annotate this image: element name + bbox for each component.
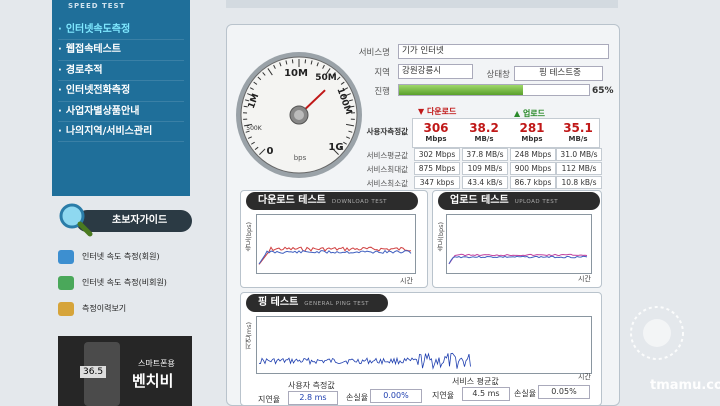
- user-upload-mbps: 281: [510, 122, 554, 134]
- progress-fill: [399, 85, 523, 95]
- gauge-label-0: 0: [267, 146, 274, 157]
- ping-test-subtitle: GENERAL PING TEST: [304, 301, 369, 307]
- beginner-guide-label: 초보자가이드: [112, 215, 167, 226]
- stats-row-label: 서비스최대값: [356, 164, 408, 175]
- stat-cell: 43.4 kB/s: [462, 176, 508, 189]
- user-download-mbps: 306: [414, 122, 458, 134]
- gauge-label-1g: 1G: [328, 142, 343, 153]
- upload-xlabel: 시간: [578, 274, 591, 284]
- loss-label: 손실율: [346, 392, 368, 403]
- app-promo-banner[interactable]: 36.5 스마트폰용 벤치비: [58, 336, 192, 406]
- watermark-logo-icon: [628, 304, 686, 362]
- promo-line1: 스마트폰용: [138, 358, 175, 369]
- stat-cell: 86.7 kbps: [510, 176, 556, 189]
- link-member-speed-test[interactable]: 인터넷 속도 측정(회원): [58, 244, 192, 270]
- sidebar-item-voip-test[interactable]: 인터넷전화측정: [58, 81, 184, 101]
- service-value: 기가 인터넷: [398, 44, 609, 59]
- progress-bar: [398, 84, 590, 96]
- stat-cell: 37.8 MB/s: [462, 148, 508, 161]
- ping-graph: [256, 316, 592, 374]
- upload-test-title-text: 업로드 테스트: [450, 195, 509, 206]
- stat-cell: 109 MB/s: [462, 162, 508, 175]
- ping-ylabel: 지연(ms): [244, 322, 254, 350]
- link-label: 측정이력보기: [82, 296, 126, 322]
- watermark-text: tmamu.com: [650, 378, 720, 393]
- stat-cell: 900 Mbps: [510, 162, 556, 175]
- stat-cell: 875 Mbps: [414, 162, 460, 175]
- link-guest-speed-test[interactable]: 인터넷 속도 측정(비회원): [58, 270, 192, 296]
- stats-row-label: 서비스최소값: [356, 178, 408, 189]
- gauge-label-10m: 10M: [284, 68, 308, 79]
- download-test-title-text: 다운로드 테스트: [258, 195, 326, 206]
- stat-cell: 347 kbps: [414, 176, 460, 189]
- service-label: 서비스명: [338, 46, 390, 58]
- download-xlabel: 시간: [400, 276, 413, 286]
- link-history[interactable]: 측정이력보기: [58, 296, 192, 322]
- loss-label: 손실율: [514, 388, 536, 399]
- monitor-icon: [58, 250, 74, 264]
- brand-label: SPEED TEST: [68, 2, 125, 10]
- upload-header: ▲ 업로드: [514, 108, 545, 118]
- sidebar-menu: 인터넷속도측정 웹접속테스트 경로추적 인터넷전화측정 사업자별상품안내 나의지…: [58, 20, 184, 142]
- magnifier-icon: [54, 200, 94, 240]
- unit-mbps: Mbps: [510, 135, 554, 143]
- upload-graph: [446, 214, 592, 274]
- stat-cell: 302 Mbps: [414, 148, 460, 161]
- download-ylabel: 속도(bps): [244, 222, 254, 252]
- upload-test-title: 업로드 테스트 UPLOAD TEST: [438, 192, 600, 210]
- sidebar-item-traceroute[interactable]: 경로추적: [58, 61, 184, 81]
- sidebar-item-provider-plans[interactable]: 사업자별상품안내: [58, 102, 184, 122]
- service-latency-value: 4.5 ms: [462, 387, 510, 401]
- user-measure-label: 사용자 측정값: [288, 380, 335, 391]
- download-test-title: 다운로드 테스트 DOWNLOAD TEST: [246, 192, 418, 210]
- latency-label: 지연율: [432, 390, 454, 401]
- service-loss-value: 0.05%: [538, 385, 590, 399]
- unit-mbs: MB/s: [556, 135, 600, 143]
- unit-mbps: Mbps: [414, 135, 458, 143]
- link-label: 인터넷 속도 측정(비회원): [82, 270, 167, 296]
- progress-label: 진행: [338, 85, 390, 97]
- stats-row-label: 사용자측정값: [356, 126, 408, 137]
- sidebar-item-web-test[interactable]: 웹접속테스트: [58, 40, 184, 60]
- pencil-icon: [58, 302, 74, 316]
- stat-cell: 10.8 kB/s: [556, 176, 602, 189]
- unit-mbs: MB/s: [462, 135, 506, 143]
- region-label: 지역: [338, 66, 390, 78]
- user-upload-mbs: 35.1: [556, 122, 600, 134]
- chart-icon: [58, 276, 74, 290]
- promo-line2: 벤치비: [132, 370, 173, 391]
- download-header-label: 다운로드: [427, 107, 456, 116]
- progress-percent: 65%: [592, 86, 614, 96]
- status-value: 핑 테스트중: [514, 66, 603, 81]
- ping-xlabel: 시간: [578, 372, 591, 382]
- upload-test-subtitle: UPLOAD TEST: [515, 199, 558, 205]
- ping-test-title: 핑 테스트 GENERAL PING TEST: [246, 294, 388, 312]
- upload-ylabel: 속도(bps): [436, 222, 446, 252]
- stat-cell: 31.0 MB/s: [556, 148, 602, 161]
- latency-label: 지연율: [258, 394, 280, 405]
- gauge-unit: bps: [294, 154, 307, 162]
- download-graph: [256, 214, 416, 274]
- user-latency-value: 2.8 ms: [288, 391, 338, 405]
- download-header: ▼ 다운로드: [418, 106, 456, 116]
- side-links: 인터넷 속도 측정(회원) 인터넷 속도 측정(비회원) 측정이력보기: [58, 244, 192, 322]
- upload-header-label: 업로드: [523, 109, 545, 118]
- link-label: 인터넷 속도 측정(회원): [82, 244, 160, 270]
- stats-row-label: 서비스평균값: [356, 150, 408, 161]
- download-test-subtitle: DOWNLOAD TEST: [332, 199, 387, 205]
- stat-cell: 248 Mbps: [510, 148, 556, 161]
- user-loss-value: 0.00%: [370, 389, 422, 403]
- top-strip: [226, 0, 618, 8]
- promo-speed: 36.5: [80, 366, 106, 378]
- sidebar-item-speed-test[interactable]: 인터넷속도측정: [58, 20, 184, 40]
- stat-cell: 112 MB/s: [556, 162, 602, 175]
- status-label: 상태창: [458, 68, 510, 80]
- gauge-label-500k: 500K: [246, 125, 262, 132]
- user-download-mbs: 38.2: [462, 122, 506, 134]
- gauge-label-50m: 50M: [315, 73, 337, 83]
- sidebar-item-region-service[interactable]: 나의지역/서비스관리: [58, 122, 184, 142]
- ping-test-title-text: 핑 테스트: [258, 297, 298, 308]
- service-avg-label: 서비스 평균값: [452, 376, 499, 387]
